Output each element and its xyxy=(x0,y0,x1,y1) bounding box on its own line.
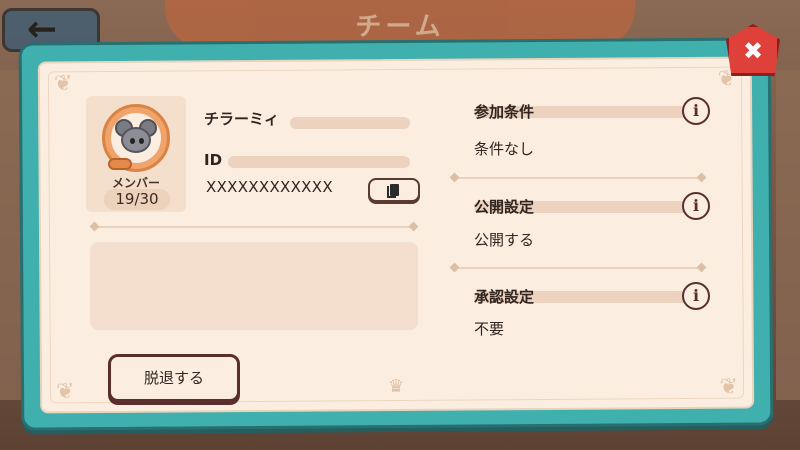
left-divider xyxy=(98,226,410,228)
corner-ornament-icon: ❦ xyxy=(56,379,75,405)
crown-ornament-icon: ♛ xyxy=(388,376,405,397)
copy-icon-front xyxy=(390,184,399,196)
info-icon[interactable]: i xyxy=(682,192,710,220)
copy-id-button[interactable] xyxy=(368,178,420,202)
bow-ribbon-icon xyxy=(108,158,132,170)
visibility-value: 公開する xyxy=(474,231,535,249)
visibility-title: 公開設定 xyxy=(474,198,535,216)
right-divider-1 xyxy=(458,177,698,179)
info-icon[interactable]: i xyxy=(682,97,710,125)
leave-team-button[interactable]: 脱退する xyxy=(108,354,240,402)
corner-ornament-icon: ❦ xyxy=(719,374,739,400)
mouse-eye-icon xyxy=(130,138,135,144)
corner-ornament-icon: ❦ xyxy=(53,71,73,97)
team-description-box xyxy=(90,242,418,330)
right-divider-2 xyxy=(458,267,698,269)
background-banner-text: チーム xyxy=(355,12,445,42)
join-condition-title: 参加条件 xyxy=(474,103,535,121)
member-count: 19/30 xyxy=(104,189,170,210)
info-icon[interactable]: i xyxy=(682,282,710,310)
close-icon: ✖ xyxy=(742,37,764,65)
team-name: チラーミィ xyxy=(204,110,280,128)
id-label: ID xyxy=(204,151,223,169)
mouse-eye-icon xyxy=(139,138,144,144)
background-side-panel-right xyxy=(776,70,800,400)
id-underline xyxy=(228,156,410,168)
join-condition-value: 条件なし xyxy=(474,140,535,158)
mouse-head-icon xyxy=(121,127,151,153)
approval-value: 不要 xyxy=(474,320,505,338)
team-id-value: XXXXXXXXXXXX xyxy=(206,178,333,196)
team-name-underline-tail xyxy=(290,117,410,129)
team-avatar-card: メンバー 19/30 xyxy=(86,96,186,212)
approval-title: 承認設定 xyxy=(474,288,535,306)
avatar-face xyxy=(111,113,161,163)
